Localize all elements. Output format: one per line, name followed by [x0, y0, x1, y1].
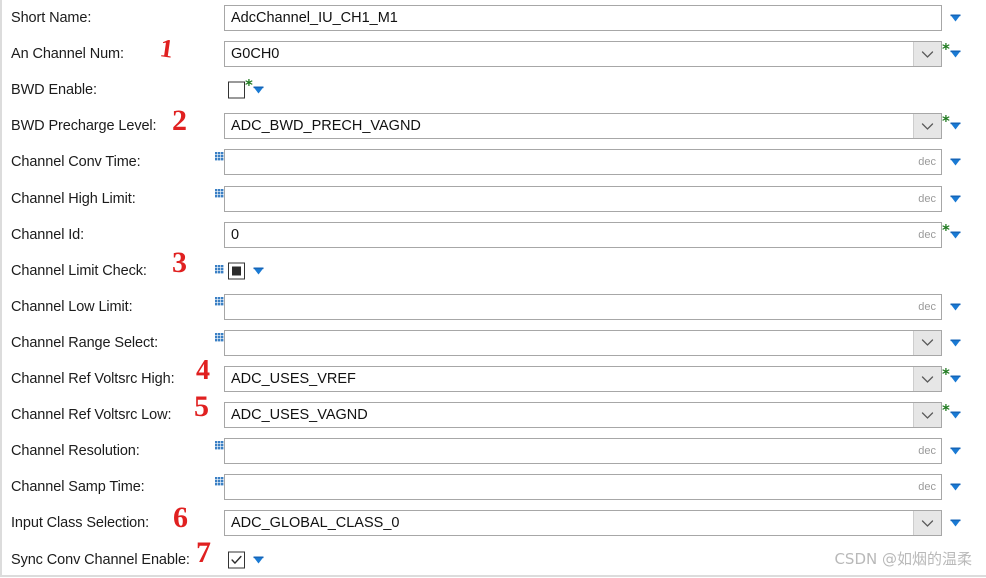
dropdown-arrow-icon[interactable]	[949, 373, 962, 386]
combo-expand-button[interactable]	[913, 511, 941, 536]
field-label: Channel High Limit:	[11, 190, 136, 207]
field-label: Channel Limit Check:	[11, 262, 147, 279]
form-row: Short Name: AdcChannel_IU_CH1_M1	[0, 0, 986, 36]
field-label: Channel Id:	[11, 226, 85, 243]
checkbox-bwd-enable[interactable]	[228, 81, 245, 99]
dropdown-arrow-icon[interactable]	[949, 336, 962, 349]
resize-handle-icon[interactable]	[215, 148, 224, 161]
form-row: Channel Ref Voltsrc High: ADC_USES_VREF *	[0, 361, 986, 397]
field-label: Channel Ref Voltsrc Low:	[11, 407, 172, 424]
field-label: Channel Ref Voltsrc High:	[11, 371, 175, 387]
form-row: Channel Range Select:	[0, 325, 986, 361]
dropdown-arrow-icon[interactable]	[949, 192, 962, 205]
field-value[interactable]	[225, 439, 918, 463]
input-bwd-precharge-level[interactable]: ADC_BWD_PRECH_VAGND	[224, 113, 942, 140]
resize-handle-icon[interactable]	[215, 473, 224, 486]
combo-expand-button[interactable]	[913, 42, 941, 67]
input-channel-low-limit[interactable]: dec	[224, 293, 942, 320]
field-label: Channel Conv Time:	[11, 154, 141, 171]
dropdown-arrow-icon[interactable]	[949, 481, 962, 494]
combo-expand-button[interactable]	[913, 367, 941, 391]
field-label: BWD Enable:	[11, 82, 97, 99]
form-row: Channel Low Limit: dec	[0, 289, 986, 325]
field-label: Input Class Selection:	[11, 515, 150, 532]
input-channel-high-limit[interactable]: dec	[224, 185, 942, 212]
field-unit-label: dec	[918, 228, 936, 241]
checkbox-sync-conv-channel-enable[interactable]	[228, 551, 245, 568]
form-row: Channel Resolution: dec	[0, 433, 986, 469]
field-value[interactable]: G0CH0	[225, 42, 913, 66]
field-value[interactable]	[225, 150, 918, 174]
input-channel-ref-voltsrc-high[interactable]: ADC_USES_VREF	[224, 366, 942, 392]
field-value[interactable]: ADC_GLOBAL_CLASS_0	[225, 511, 913, 535]
field-label: Channel Resolution:	[11, 443, 140, 460]
resize-handle-icon[interactable]	[215, 185, 224, 197]
dropdown-arrow-icon[interactable]	[252, 264, 265, 277]
field-unit-label: dec	[918, 156, 936, 169]
field-value[interactable]	[225, 475, 918, 499]
form-row: Channel Limit Check:	[0, 253, 986, 289]
input-channel-id[interactable]: 0 dec	[224, 221, 942, 248]
dropdown-arrow-icon[interactable]	[949, 48, 962, 61]
form-row: An Channel Num: G0CH0 *	[0, 36, 986, 72]
form-row: Channel High Limit: dec	[0, 181, 986, 217]
field-value[interactable]: AdcChannel_IU_CH1_M1	[225, 6, 941, 30]
field-label: An Channel Num:	[11, 46, 124, 63]
resize-handle-icon[interactable]	[215, 261, 224, 274]
input-channel-ref-voltsrc-low[interactable]: ADC_USES_VAGND	[224, 402, 942, 429]
csdn-watermark: CSDN @如烟的温柔	[834, 550, 972, 568]
field-unit-label: dec	[918, 192, 936, 205]
field-value[interactable]: 0	[225, 223, 918, 247]
form-row: Channel Samp Time: dec	[0, 469, 986, 505]
input-channel-samp-time[interactable]: dec	[224, 474, 942, 501]
form-row: Input Class Selection: ADC_GLOBAL_CLASS_0	[0, 505, 986, 541]
combo-expand-button[interactable]	[913, 114, 941, 139]
input-short-name[interactable]: AdcChannel_IU_CH1_M1	[224, 5, 942, 31]
input-channel-range-select[interactable]	[224, 329, 942, 356]
field-value[interactable]: ADC_BWD_PRECH_VAGND	[225, 114, 913, 138]
field-label: Channel Samp Time:	[11, 479, 145, 496]
form-row: Channel Ref Voltsrc Low: ADC_USES_VAGND *	[0, 397, 986, 433]
dropdown-arrow-icon[interactable]	[252, 553, 265, 566]
input-input-class-selection[interactable]: ADC_GLOBAL_CLASS_0	[224, 510, 942, 537]
field-unit-label: dec	[918, 445, 936, 458]
form-row: Channel Id: 0 dec *	[0, 217, 986, 253]
input-an-channel-num[interactable]: G0CH0	[224, 41, 942, 68]
field-label: BWD Precharge Level:	[11, 118, 157, 135]
combo-expand-button[interactable]	[913, 330, 941, 355]
field-unit-label: dec	[918, 481, 936, 494]
form-row: Channel Conv Time: dec	[0, 144, 986, 180]
checkbox-indeterminate-mark	[232, 266, 241, 276]
dropdown-arrow-icon[interactable]	[949, 12, 962, 25]
resize-handle-icon[interactable]	[215, 293, 224, 306]
input-channel-conv-time[interactable]: dec	[224, 149, 942, 176]
field-unit-label: dec	[918, 300, 936, 313]
form-row: BWD Precharge Level: ADC_BWD_PRECH_VAGND *	[0, 108, 986, 144]
dropdown-arrow-icon[interactable]	[949, 228, 962, 241]
dropdown-arrow-icon[interactable]	[949, 409, 962, 422]
dropdown-arrow-icon[interactable]	[949, 120, 962, 133]
field-label: Channel Low Limit:	[11, 298, 133, 315]
field-value[interactable]: ADC_USES_VAGND	[225, 403, 913, 427]
field-value[interactable]	[225, 295, 918, 319]
dropdown-arrow-icon[interactable]	[949, 445, 962, 458]
resize-handle-icon[interactable]	[215, 329, 224, 342]
dropdown-arrow-icon[interactable]	[949, 517, 962, 530]
field-label: Sync Conv Channel Enable:	[11, 551, 190, 568]
dropdown-arrow-icon[interactable]	[949, 300, 962, 313]
form-row: BWD Enable: *	[0, 72, 986, 108]
dropdown-arrow-icon[interactable]	[252, 84, 265, 97]
field-value[interactable]: ADC_USES_VREF	[225, 367, 913, 391]
field-value[interactable]	[225, 187, 918, 211]
field-value[interactable]	[225, 331, 913, 355]
dropdown-arrow-icon[interactable]	[949, 156, 962, 169]
resize-handle-icon[interactable]	[215, 437, 224, 450]
input-channel-resolution[interactable]: dec	[224, 438, 942, 465]
combo-expand-button[interactable]	[913, 403, 941, 428]
field-label: Short Name:	[11, 10, 92, 26]
checkbox-channel-limit-check[interactable]	[228, 262, 245, 280]
field-label: Channel Range Select:	[11, 334, 159, 351]
